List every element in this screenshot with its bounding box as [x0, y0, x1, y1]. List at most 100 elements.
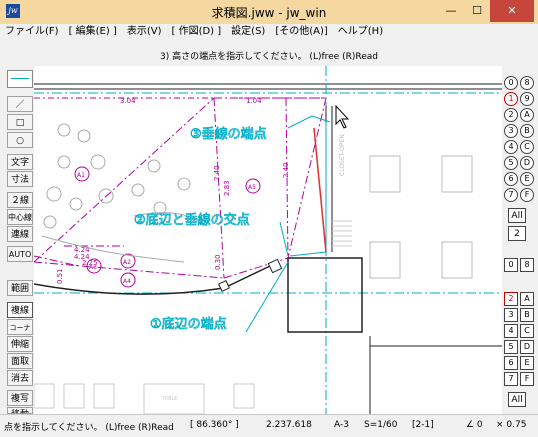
menu-edit[interactable]: [ 編集(E) ] — [64, 24, 122, 40]
layer-9[interactable]: 9 — [520, 92, 534, 106]
layer-group-2[interactable]: 2 — [504, 292, 518, 306]
line-type-indicator[interactable] — [7, 70, 33, 88]
zoom-indicator[interactable]: × 0.75 — [496, 420, 526, 430]
furniture-3 — [441, 155, 473, 193]
menu-settings[interactable]: 設定(S) — [226, 24, 270, 40]
height-line — [313, 127, 327, 253]
layer-group-c[interactable]: C — [520, 324, 534, 338]
drawing-svg: 3.04 1.04 2.40 2.83 2.40 0.30 0.51 4.24 … — [34, 66, 502, 414]
maximize-button[interactable]: ☐ — [464, 0, 490, 22]
tool-line[interactable]: ／ — [7, 96, 33, 112]
garden-shapes — [41, 123, 205, 263]
layer-1[interactable]: 1 — [504, 92, 518, 106]
closet-label: CLOSET-OPEN — [339, 134, 346, 176]
circle-label-a2: A2 — [123, 259, 131, 266]
tool-parallel-line[interactable]: 複線 — [7, 302, 33, 318]
layer-group-f[interactable]: F — [520, 372, 534, 386]
leader-3 — [287, 115, 313, 129]
scale-indicator[interactable]: S=1/60 — [364, 420, 397, 430]
tool-chamfer[interactable]: 面取 — [7, 353, 33, 369]
layer-indicator[interactable]: [2-1] — [412, 420, 434, 430]
layer-6[interactable]: 6 — [504, 172, 518, 186]
layer-c[interactable]: C — [520, 140, 534, 154]
circle-label-a3: A3 — [89, 264, 97, 271]
table-label: TABLE — [161, 396, 177, 402]
menu-file[interactable]: ファイル(F) — [0, 24, 64, 40]
rotation-indicator[interactable]: ∠ 0 — [466, 420, 483, 430]
layer-group-7[interactable]: 7 — [504, 372, 518, 386]
layer-e[interactable]: E — [520, 172, 534, 186]
tool-rectangle[interactable]: □ — [7, 114, 33, 130]
post-2 — [267, 258, 283, 274]
layer-group-a[interactable]: A — [520, 292, 534, 306]
layer-group-b[interactable]: B — [520, 308, 534, 322]
tool-erase[interactable]: 消去 — [7, 370, 33, 386]
tool-move[interactable]: 移動 — [7, 407, 33, 414]
layer-a[interactable]: A — [520, 108, 534, 122]
tool-corner[interactable]: コーナー — [7, 319, 33, 348]
layer-group-8[interactable]: 8 — [520, 258, 534, 272]
paper-size[interactable]: A-3 — [334, 420, 349, 430]
annotation-intersection: ②底辺と垂線の交点 — [134, 212, 250, 228]
dim-label-6: 0.30 — [214, 254, 222, 270]
tool-text[interactable]: 文字 — [7, 154, 33, 170]
tool-connect-line[interactable]: 連線 — [7, 226, 33, 242]
layer-b[interactable]: B — [520, 124, 534, 138]
layer-5[interactable]: 5 — [504, 156, 518, 170]
layer-4[interactable]: 4 — [504, 140, 518, 154]
layer-group-d[interactable]: D — [520, 340, 534, 354]
status-bar: 点を指示してください。 (L)free (R)Read [ 86.360° ] … — [0, 414, 538, 437]
minimize-button[interactable]: — — [438, 0, 464, 22]
annotation-base-end: ①底辺の端点 — [150, 316, 227, 332]
annotation-vertex-end: ③垂線の端点 — [190, 126, 267, 142]
wall-segment — [223, 265, 271, 289]
menu-help[interactable]: ヘルプ(H) — [333, 24, 388, 40]
area-line-7 — [34, 255, 80, 267]
layer-group-6[interactable]: 6 — [504, 356, 518, 370]
bottom-furniture — [34, 383, 255, 414]
layer-7[interactable]: 7 — [504, 188, 518, 202]
room-box — [287, 257, 363, 333]
area-line-5 — [287, 97, 327, 259]
tool-dimension[interactable]: 寸法 — [7, 171, 33, 187]
title-bar: jw 求積図.jww - jw_win — ☐ ✕ — [0, 0, 538, 24]
drawing-canvas[interactable]: 3.04 1.04 2.40 2.83 2.40 0.30 0.51 4.24 … — [34, 66, 502, 414]
dim-label-4: 2.83 — [223, 180, 231, 196]
leader-1 — [245, 261, 289, 333]
closet-hatch — [332, 220, 352, 247]
tool-copy[interactable]: 複写 — [7, 390, 33, 406]
layer-all-button[interactable]: All — [508, 208, 526, 223]
layer-3[interactable]: 3 — [504, 124, 518, 138]
dim-label-3: 2.40 — [213, 165, 221, 181]
tool-range[interactable]: 範囲 — [7, 280, 33, 296]
leader-1b — [289, 251, 327, 257]
layer-group-3[interactable]: 3 — [504, 308, 518, 322]
tool-auto[interactable]: AUTO — [7, 246, 33, 262]
menu-draw[interactable]: [ 作図(D) ] — [167, 24, 227, 40]
area-line-1 — [34, 97, 215, 263]
layer-2[interactable]: 2 — [504, 108, 518, 122]
layer-8[interactable]: 8 — [520, 76, 534, 90]
furniture-4 — [441, 241, 473, 279]
layer-f[interactable]: F — [520, 188, 534, 202]
layer-group-all-button[interactable]: All — [508, 392, 526, 407]
layer-group-0[interactable]: 0 — [504, 258, 518, 272]
mouse-cursor-icon — [335, 104, 350, 129]
prompt-message: 3) 高さの端点を指示してください。 (L)free (R)Read — [160, 52, 378, 62]
menu-other[interactable]: [その他(A)] — [270, 24, 332, 40]
tool-double-line[interactable]: ２線 — [7, 192, 33, 208]
tool-center-line[interactable]: 中心線 — [7, 209, 33, 225]
layer-group-5[interactable]: 5 — [504, 340, 518, 354]
left-toolbar: ／ □ ○ 文字 寸法 ２線 中心線 連線 AUTO 範囲 複線 コーナー 伸縮… — [0, 66, 34, 414]
layer-group-indicator[interactable]: 2 — [508, 226, 526, 241]
menu-view[interactable]: 表示(V) — [122, 24, 167, 40]
layer-d[interactable]: D — [520, 156, 534, 170]
furniture-2 — [369, 241, 401, 279]
layer-group-e[interactable]: E — [520, 356, 534, 370]
layer-0[interactable]: 0 — [504, 76, 518, 90]
tool-circle[interactable]: ○ — [7, 132, 33, 148]
tool-stretch[interactable]: 伸縮 — [7, 336, 33, 352]
layer-group-4[interactable]: 4 — [504, 324, 518, 338]
post-1 — [218, 280, 230, 292]
close-button[interactable]: ✕ — [490, 0, 534, 22]
